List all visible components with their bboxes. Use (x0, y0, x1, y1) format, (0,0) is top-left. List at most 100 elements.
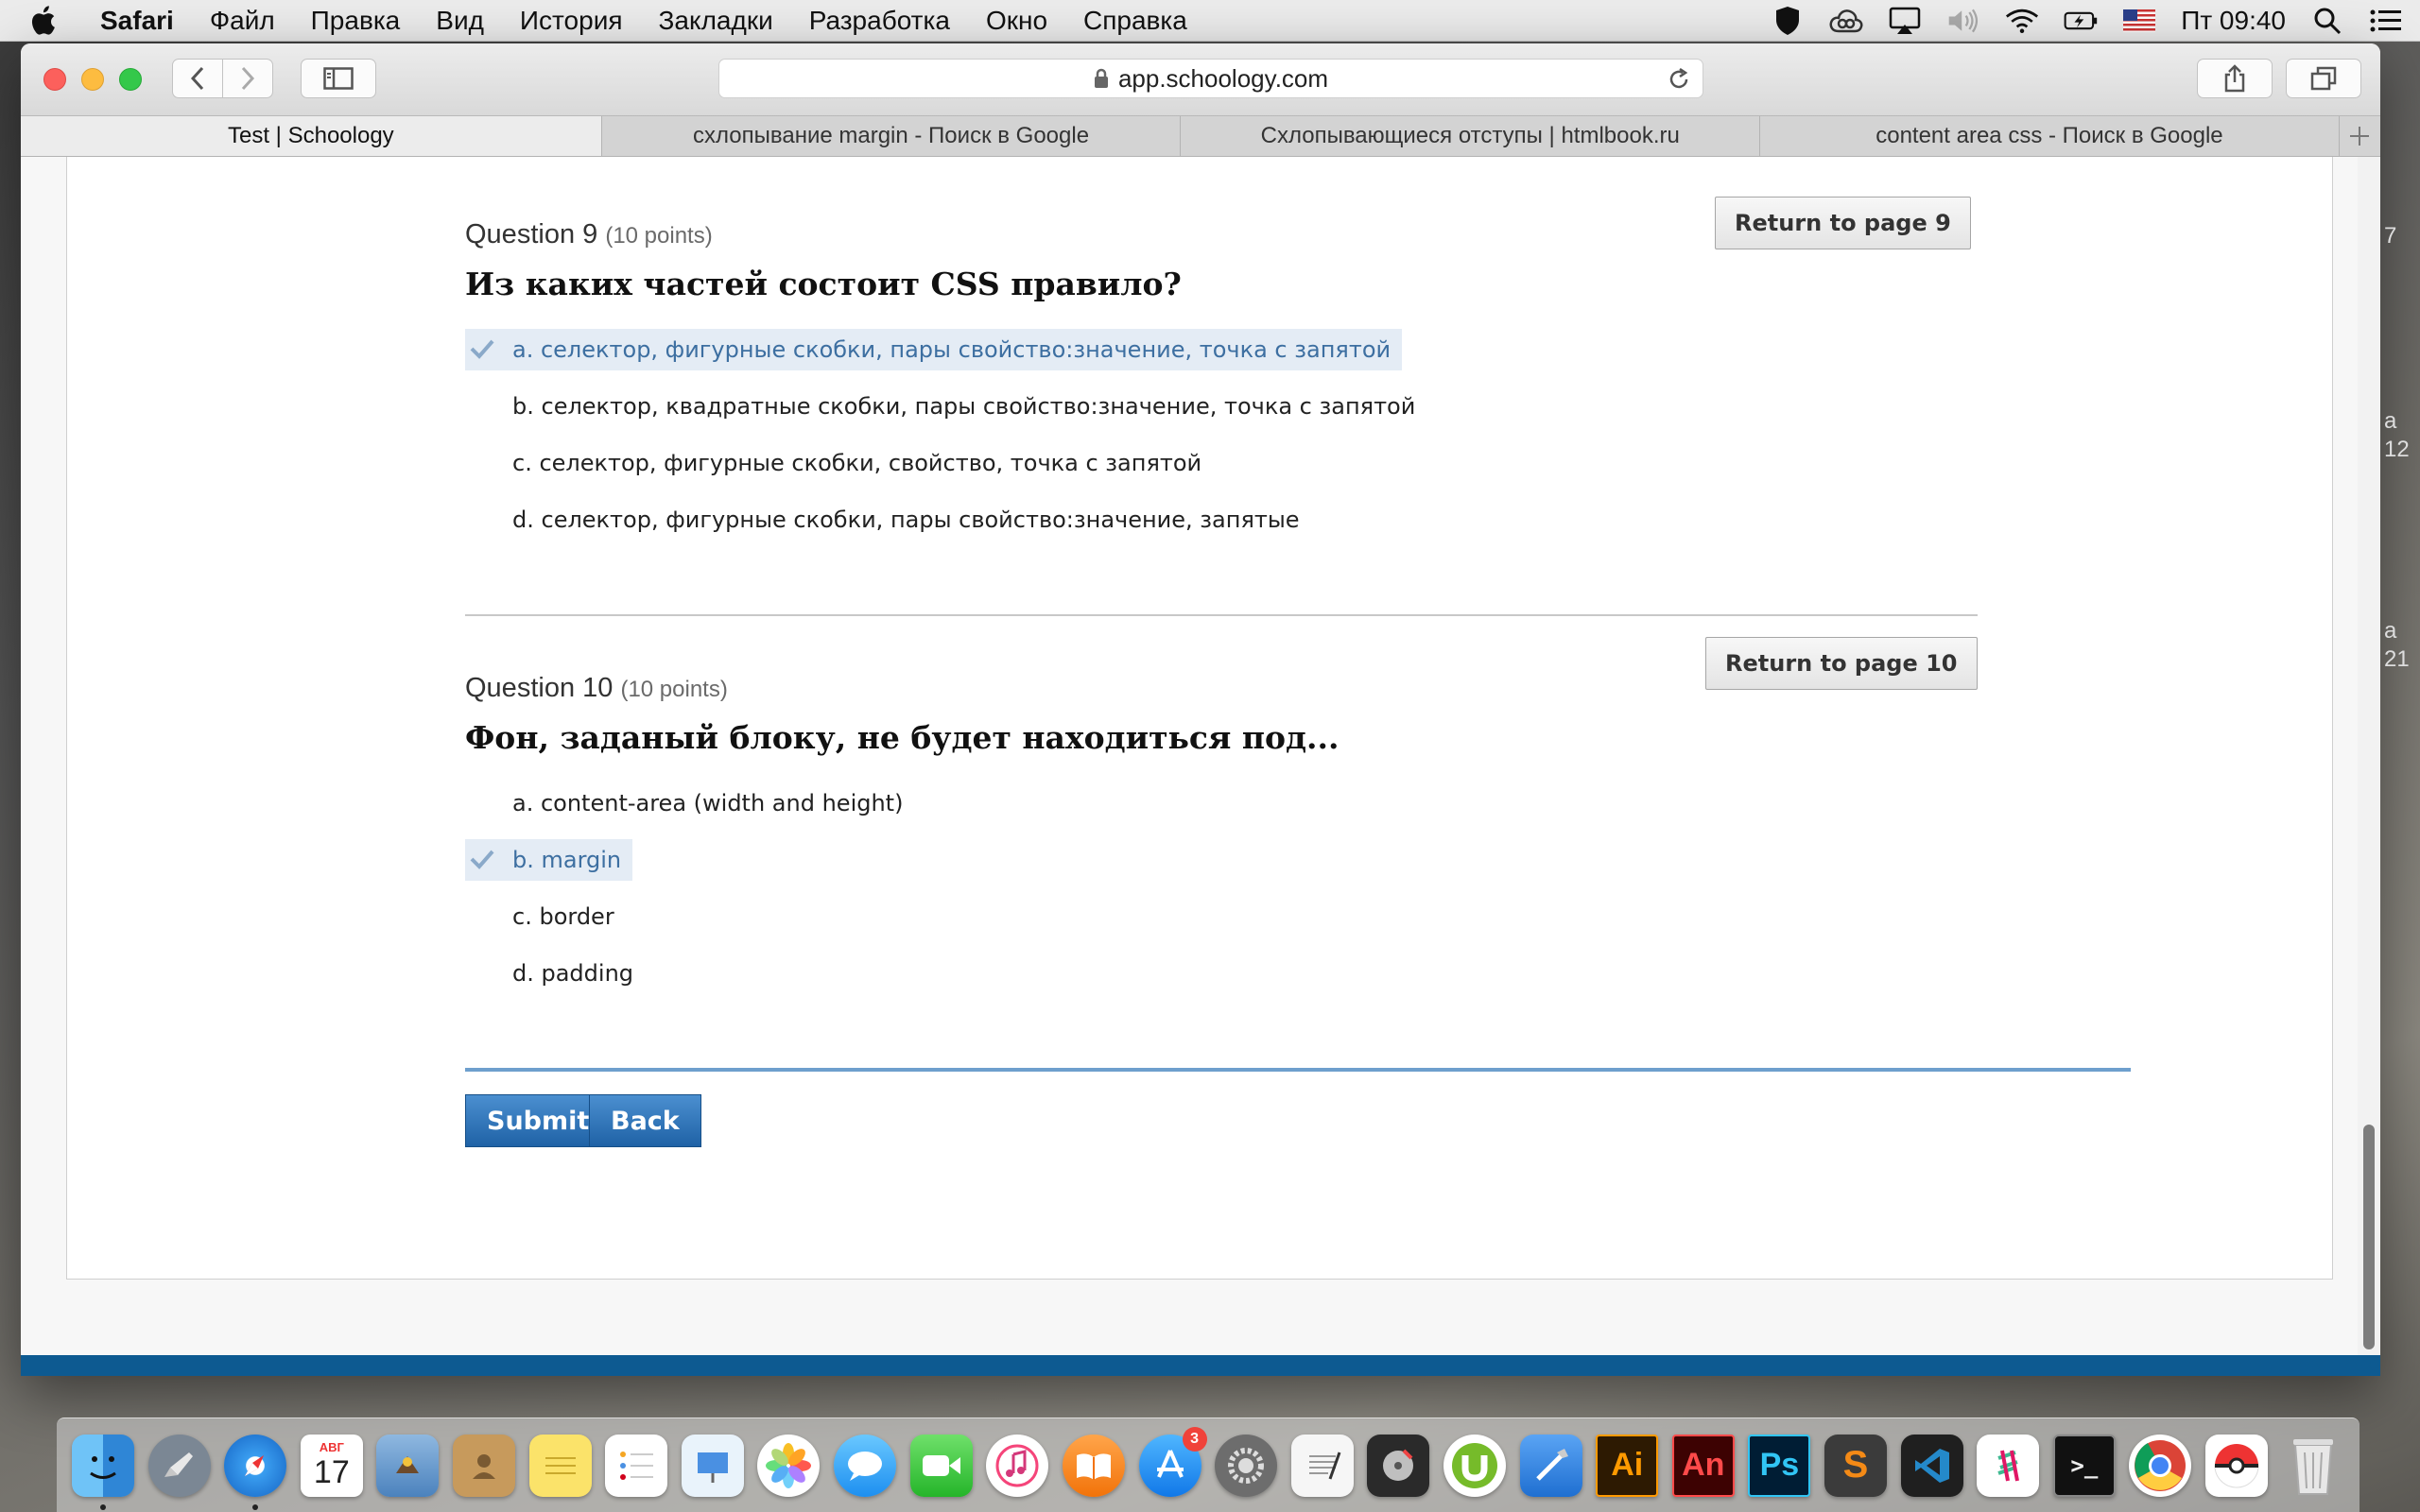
show-all-tabs-button[interactable] (2286, 59, 2361, 98)
illustrator-icon[interactable]: Ai (1596, 1434, 1659, 1497)
sidebar-toggle-button[interactable] (301, 59, 376, 98)
safari-icon[interactable] (224, 1434, 287, 1510)
facetime-icon[interactable] (909, 1434, 973, 1497)
ibooks-icon[interactable] (1062, 1434, 1125, 1497)
question-10: Question 10 (10 points) Фон, заданый бло… (465, 673, 1978, 994)
vscode-icon[interactable] (1900, 1434, 1963, 1497)
utorrent-icon[interactable] (1443, 1434, 1506, 1497)
checkmark-icon (470, 850, 494, 869)
calendar-icon[interactable]: АВГ 17 (300, 1434, 363, 1497)
spotlight-search-icon[interactable] (2310, 4, 2344, 38)
minimize-window-button[interactable] (81, 68, 104, 91)
menu-bar: Safari Файл Правка Вид История Закладки … (0, 0, 2420, 42)
wifi-icon[interactable] (2005, 4, 2039, 38)
menu-edit[interactable]: Правка (293, 0, 419, 42)
dock: АВГ 17 3 Ai An Ps S >_ (57, 1418, 2360, 1512)
menu-bookmarks[interactable]: Закладки (641, 0, 791, 42)
scrollbar-thumb[interactable] (2363, 1125, 2375, 1349)
calendar-day: 17 (313, 1453, 350, 1490)
menu-help[interactable]: Справка (1065, 0, 1205, 42)
answer-option-b[interactable]: b. margin (465, 839, 633, 881)
menu-window[interactable]: Окно (968, 0, 1065, 42)
itunes-icon[interactable] (986, 1434, 1049, 1497)
desktop-peek-text: a (2384, 408, 2397, 434)
launchpad-icon[interactable] (147, 1434, 211, 1497)
answer-option-a[interactable]: a. селектор, фигурные скобки, пары свойс… (465, 329, 1403, 370)
mail-stamp-icon[interactable] (376, 1434, 440, 1497)
messages-icon[interactable] (834, 1434, 897, 1497)
menu-view[interactable]: Вид (418, 0, 502, 42)
chrome-icon[interactable] (2129, 1434, 2192, 1497)
reload-icon[interactable] (1667, 67, 1691, 92)
share-button[interactable] (2197, 59, 2273, 98)
answer-option-a[interactable]: a. content-area (width and height) (465, 782, 914, 824)
address-bar[interactable]: app.schoology.com (718, 59, 1703, 98)
desktop-peek-text: a (2384, 618, 2397, 644)
menu-develop[interactable]: Разработка (791, 0, 968, 42)
battery-icon[interactable] (2064, 4, 2098, 38)
return-to-page-9-button[interactable]: Return to page 9 (1715, 197, 1971, 249)
tab-google-margin[interactable]: схлопывание margin - Поиск в Google (602, 116, 1182, 156)
plus-icon (2350, 127, 2370, 146)
close-window-button[interactable] (43, 68, 66, 91)
lock-icon (1094, 68, 1108, 88)
shield-icon[interactable] (1771, 4, 1805, 38)
tab-htmlbook[interactable]: Схлопывающиеся отступы | htmlbook.ru (1181, 116, 1761, 156)
disk-utility-icon[interactable] (1367, 1434, 1430, 1497)
app-store-badge: 3 (1182, 1426, 1207, 1452)
status-area: Пт 09:40 (1771, 0, 2403, 42)
slack-icon[interactable] (1977, 1434, 2040, 1497)
keynote-icon[interactable] (681, 1434, 744, 1497)
contacts-icon[interactable] (453, 1434, 516, 1497)
trash-icon[interactable] (2282, 1435, 2344, 1497)
tab-google-content-area[interactable]: content area css - Поиск в Google (1760, 116, 2340, 156)
notes-icon[interactable] (528, 1434, 592, 1497)
answer-option-label: c. селектор, фигурные скобки, свойство, … (512, 450, 1202, 476)
menu-file[interactable]: Файл (192, 0, 293, 42)
menubar-clock[interactable]: Пт 09:40 (2181, 6, 2286, 36)
submit-divider (465, 1068, 2131, 1072)
menu-app-name[interactable]: Safari (81, 0, 192, 42)
back-button[interactable] (172, 59, 223, 98)
pokeball-app-icon[interactable] (2205, 1434, 2269, 1497)
question-9: Question 9 (10 points) Из каких частей с… (465, 219, 1978, 541)
new-tab-button[interactable] (2340, 116, 2380, 156)
xcode-icon[interactable] (1519, 1434, 1582, 1497)
terminal-icon[interactable]: >_ (2052, 1434, 2116, 1497)
reminders-icon[interactable] (605, 1434, 668, 1497)
question-prompt: Фон, заданый блоку, не будет находиться … (465, 719, 1340, 756)
answer-option-d[interactable]: d. селектор, фигурные скобки, пары свойс… (465, 499, 1311, 541)
photoshop-icon[interactable]: Ps (1748, 1434, 1811, 1497)
animate-icon[interactable]: An (1671, 1434, 1735, 1497)
textedit-icon[interactable] (1290, 1434, 1354, 1497)
menu-history[interactable]: История (502, 0, 641, 42)
app-store-icon[interactable]: 3 (1138, 1426, 1207, 1497)
return-to-page-10-button[interactable]: Return to page 10 (1705, 637, 1978, 690)
volume-icon[interactable] (1946, 4, 1980, 38)
tab-schoology[interactable]: Test | Schoology (21, 116, 602, 156)
forward-button[interactable] (222, 59, 273, 98)
answer-option-b[interactable]: b. селектор, квадратные скобки, пары сво… (465, 386, 1426, 427)
answer-options: a. селектор, фигурные скобки, пары свойс… (465, 314, 1978, 541)
us-flag-icon[interactable] (2122, 4, 2156, 38)
back-button-quiz[interactable]: Back (589, 1094, 701, 1147)
creative-cloud-icon[interactable] (1829, 4, 1863, 38)
photos-icon[interactable] (757, 1434, 821, 1497)
question-number: Question 9 (465, 219, 598, 249)
answer-option-c[interactable]: c. селектор, фигурные скобки, свойство, … (465, 442, 1213, 484)
finder-icon[interactable] (72, 1434, 134, 1510)
sublime-text-icon[interactable]: S (1824, 1434, 1888, 1497)
question-divider (465, 614, 1978, 616)
sidebar-icon (323, 67, 354, 90)
apple-icon[interactable] (28, 0, 81, 42)
airplay-icon[interactable] (1888, 4, 1922, 38)
zoom-window-button[interactable] (119, 68, 142, 91)
system-preferences-icon[interactable] (1215, 1434, 1278, 1497)
answer-option-d[interactable]: d. padding (465, 953, 645, 994)
answer-option-c[interactable]: c. border (465, 896, 626, 937)
notification-center-icon[interactable] (2369, 4, 2403, 38)
question-points: (10 points) (620, 677, 728, 702)
checkmark-icon (470, 339, 494, 359)
answer-option-label: a. селектор, фигурные скобки, пары свойс… (512, 336, 1392, 363)
chevron-left-icon (190, 66, 204, 91)
